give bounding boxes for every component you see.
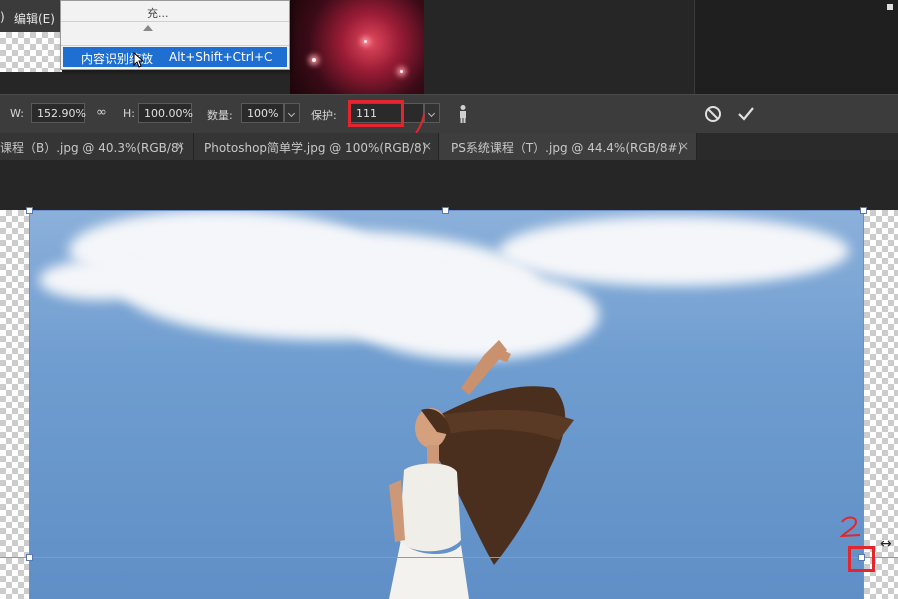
resize-horizontal-icon: ↔ bbox=[880, 536, 892, 552]
cancel-transform-icon[interactable] bbox=[703, 104, 723, 128]
protect-highlight-box bbox=[348, 100, 404, 127]
tab-document-1[interactable]: 课程（B）.jpg @ 40.3%(RGB/8) × bbox=[0, 133, 194, 160]
transparent-canvas-preview bbox=[0, 32, 62, 72]
amount-dropdown[interactable] bbox=[284, 103, 300, 123]
menu-separator bbox=[61, 45, 289, 46]
height-label: H: bbox=[123, 107, 135, 120]
close-icon[interactable]: × bbox=[175, 139, 185, 153]
nebula-image bbox=[290, 0, 424, 94]
tab-document-3[interactable]: PS系统课程（T）.jpg @ 44.4%(RGB/8#) × bbox=[439, 133, 697, 160]
canvas-photo[interactable] bbox=[29, 210, 864, 599]
width-field[interactable]: 152.90% bbox=[31, 103, 86, 123]
menu-item-shortcut: Alt+Shift+Ctrl+C bbox=[169, 50, 273, 64]
transform-handle-top-left[interactable] bbox=[26, 207, 33, 214]
menu-item-content-aware-scale[interactable]: 内容识别缩放 Alt+Shift+Ctrl+C bbox=[63, 47, 287, 67]
menu-paren: ) bbox=[0, 10, 5, 24]
menu-edit[interactable]: 编辑(E) bbox=[14, 10, 55, 27]
commit-transform-icon[interactable] bbox=[736, 104, 756, 128]
document-tabs: 课程（B）.jpg @ 40.3%(RGB/8) × Photoshop简单学.… bbox=[0, 133, 898, 160]
link-icon[interactable]: ∞ bbox=[96, 105, 107, 120]
protect-skin-tones-icon[interactable] bbox=[456, 104, 470, 128]
menu-separator bbox=[61, 21, 289, 22]
transform-bbox-left bbox=[29, 210, 30, 599]
close-icon[interactable]: × bbox=[422, 139, 432, 153]
width-label: W: bbox=[10, 107, 24, 120]
workspace-background bbox=[0, 160, 898, 210]
options-bar: W: 152.90% ∞ H: 100.00% 数量: 100% 保护: 111 bbox=[0, 94, 898, 134]
height-field[interactable]: 100.00% bbox=[138, 103, 193, 123]
scroll-up-icon[interactable] bbox=[143, 25, 153, 31]
protect-label: 保护: bbox=[311, 109, 337, 122]
edit-menu-dropdown: 充... 内容识别缩放 Alt+Shift+Ctrl+C bbox=[60, 0, 290, 70]
close-icon[interactable]: × bbox=[679, 139, 689, 153]
transform-handle-top-right[interactable] bbox=[860, 207, 867, 214]
menu-bar: ) 编辑(E) bbox=[0, 0, 62, 32]
handle-highlight-box bbox=[848, 546, 875, 572]
panel-area bbox=[694, 0, 898, 94]
transform-handle-top-center[interactable] bbox=[442, 207, 449, 214]
annotation-mark-2 bbox=[838, 514, 864, 546]
woman-figure bbox=[389, 340, 574, 599]
tab-document-2[interactable]: Photoshop简单学.jpg @ 100%(RGB/8) × bbox=[194, 133, 439, 160]
guide-line bbox=[0, 557, 898, 558]
amount-field[interactable]: 100% bbox=[241, 103, 284, 123]
panel-corner-icon bbox=[887, 4, 893, 10]
transform-handle-bottom-left[interactable] bbox=[26, 554, 33, 561]
menu-item-partial[interactable]: 充... bbox=[61, 1, 289, 21]
amount-label: 数量: bbox=[207, 109, 233, 122]
